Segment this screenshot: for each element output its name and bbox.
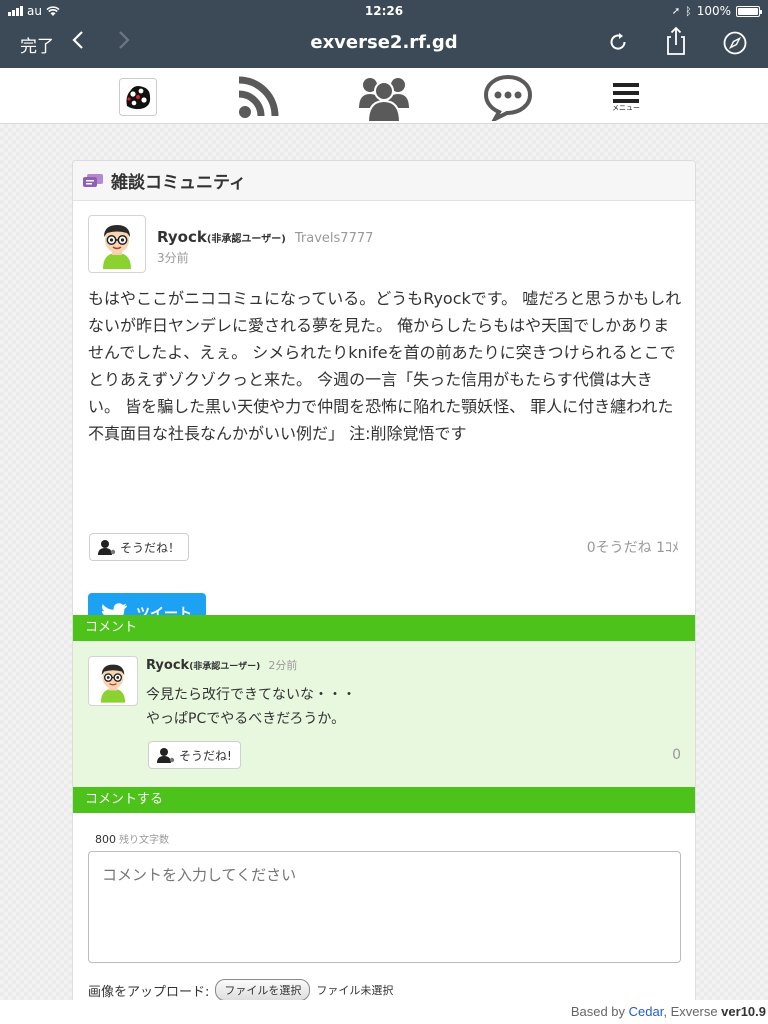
community-card: 雑談コミュニティ Ryock(非承認ユーザー) Travels7777 3分前 …: [72, 160, 696, 1024]
url-field[interactable]: exverse2.rf.gd: [0, 32, 768, 53]
menu-label: メニュー: [612, 103, 640, 112]
comment-line-2: やっぱPCでやるべきだろうか。: [146, 711, 346, 727]
battery-fill: [738, 7, 758, 15]
yeah-person-icon: [98, 540, 116, 555]
comment-username[interactable]: Ryock(非承認ユーザー): [146, 658, 260, 673]
compass-icon[interactable]: [722, 30, 748, 56]
comment-author: Ryock(非承認ユーザー) 2分前: [146, 657, 297, 673]
footer-exverse: , Exverse: [663, 1004, 718, 1019]
browser-chrome: au 12:26 ➚ ᛒ 100% 完了 exverse2.rf.gd: [0, 0, 768, 68]
remaining-chars: 800 残り文字数: [95, 831, 169, 846]
battery-label: 100%: [696, 4, 731, 18]
card-header: 雑談コミュニティ: [73, 161, 695, 201]
no-file-label: ファイル未選択: [316, 984, 394, 997]
logo-icon: [119, 78, 157, 116]
comment-time: 2分前: [268, 659, 298, 672]
comment-user-tag: (非承認ユーザー): [189, 662, 261, 672]
post-body: もはやここがニココミュになっている。どうもRyockです。 嘘だろと思うかもしれ…: [88, 289, 682, 443]
comment-username-text: Ryock: [146, 658, 190, 673]
mii-avatar-icon: [100, 664, 126, 703]
comments-header: コメント: [73, 615, 695, 641]
chat-icon[interactable]: [482, 74, 534, 121]
comment-item: Ryock(非承認ユーザー) 2分前 今見たら改行できてないな・・・ やっぱPC…: [73, 641, 695, 787]
community-icon[interactable]: [356, 74, 412, 122]
footer-based-by: Based by: [570, 1004, 626, 1019]
menu-icon[interactable]: メニュー: [606, 74, 646, 120]
footer: Based by Cedar, Exverse ver10.9: [0, 1000, 768, 1024]
footer-version: ver10.9: [721, 1004, 766, 1019]
comment-text: 今見たら改行できてないな・・・ やっぱPCでやるべきだろうか。: [146, 683, 356, 731]
battery-icon: [736, 5, 762, 17]
comment-form-header: コメントする: [73, 787, 695, 813]
image-upload: 画像をアップロード: ファイルを選択 ファイル未選択: [88, 979, 393, 1001]
remaining-label: 残り文字数: [119, 835, 169, 846]
reload-icon[interactable]: [606, 30, 632, 56]
community-chat-icon: [83, 173, 103, 187]
avatar[interactable]: [88, 215, 146, 273]
hamburger-icon: [613, 82, 639, 103]
comment-yeah-button[interactable]: そうだね!: [148, 741, 241, 769]
status-time: 12:26: [364, 4, 404, 18]
browser-navbar: 完了 exverse2.rf.gd: [0, 22, 768, 68]
post-username[interactable]: Ryock(非承認ユーザー): [157, 228, 286, 246]
comment-input[interactable]: [88, 851, 681, 963]
rss-icon[interactable]: [233, 74, 287, 120]
card-title: 雑談コミュニティ: [111, 173, 246, 193]
comment-yeah-label: そうだね!: [179, 748, 232, 763]
bluetooth-icon: ᛒ: [685, 4, 692, 18]
status-right: ➚ ᛒ 100%: [671, 4, 762, 18]
footer-cedar-link[interactable]: Cedar: [629, 1004, 664, 1019]
post-user-id[interactable]: Travels7777: [295, 231, 374, 246]
status-bar: au 12:26 ➚ ᛒ 100%: [0, 0, 768, 22]
comment-yeah-count: 0: [672, 747, 681, 763]
post-user-tag: (非承認ユーザー): [206, 234, 286, 245]
mii-avatar-icon: [103, 225, 131, 269]
yeah-button[interactable]: そうだね！: [89, 533, 190, 561]
yeah-person-icon: [157, 748, 175, 763]
remaining-count: 800: [95, 833, 116, 846]
post-time: 3分前: [157, 251, 189, 265]
comment-line-1: 今見たら改行できてないな・・・: [146, 687, 356, 703]
yeah-label: そうだね！: [120, 540, 181, 555]
location-icon: ➚: [671, 5, 681, 17]
upload-label: 画像をアップロード:: [88, 984, 210, 1000]
comment-avatar[interactable]: [88, 656, 138, 706]
choose-file-button[interactable]: ファイルを選択: [215, 979, 311, 1001]
post-author: Ryock(非承認ユーザー) Travels7777: [157, 227, 373, 246]
site-logo[interactable]: [118, 74, 158, 120]
share-icon[interactable]: [664, 26, 690, 55]
site-nav: メニュー: [0, 68, 768, 124]
post: Ryock(非承認ユーザー) Travels7777 3分前 もはやここがニココ…: [73, 201, 695, 633]
post-stats: 0そうだね 1ｺﾒ: [586, 540, 679, 556]
post-username-text: Ryock: [157, 228, 207, 246]
